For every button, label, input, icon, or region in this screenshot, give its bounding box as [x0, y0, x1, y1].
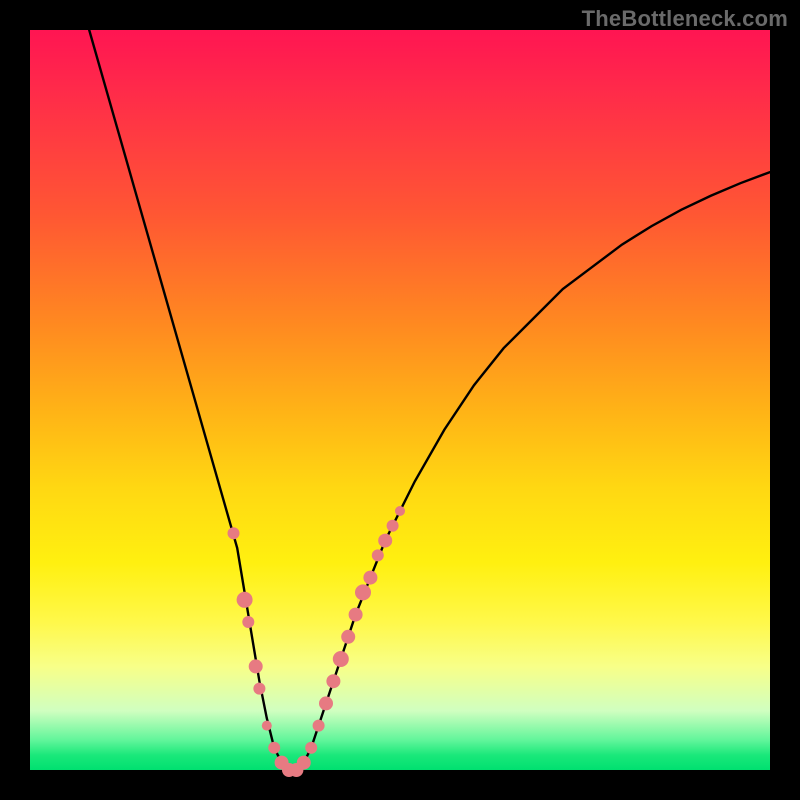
data-point — [372, 549, 384, 561]
data-point — [249, 659, 263, 673]
data-point — [319, 696, 333, 710]
data-point — [253, 683, 265, 695]
data-point — [262, 721, 272, 731]
data-point — [333, 651, 349, 667]
data-point — [341, 630, 355, 644]
data-point — [237, 592, 253, 608]
data-point — [228, 527, 240, 539]
data-point — [313, 720, 325, 732]
watermark-text: TheBottleneck.com — [582, 6, 788, 32]
data-point — [349, 608, 363, 622]
data-point — [242, 616, 254, 628]
data-point — [355, 584, 371, 600]
data-point — [297, 756, 311, 770]
data-point — [395, 506, 405, 516]
data-point — [305, 742, 317, 754]
data-point — [363, 571, 377, 585]
plot-area — [30, 30, 770, 770]
chart-container: TheBottleneck.com — [0, 0, 800, 800]
chart-svg — [30, 30, 770, 770]
data-point — [387, 520, 399, 532]
data-point — [326, 674, 340, 688]
data-point — [268, 742, 280, 754]
data-point — [378, 534, 392, 548]
bottleneck-curve — [89, 30, 770, 770]
